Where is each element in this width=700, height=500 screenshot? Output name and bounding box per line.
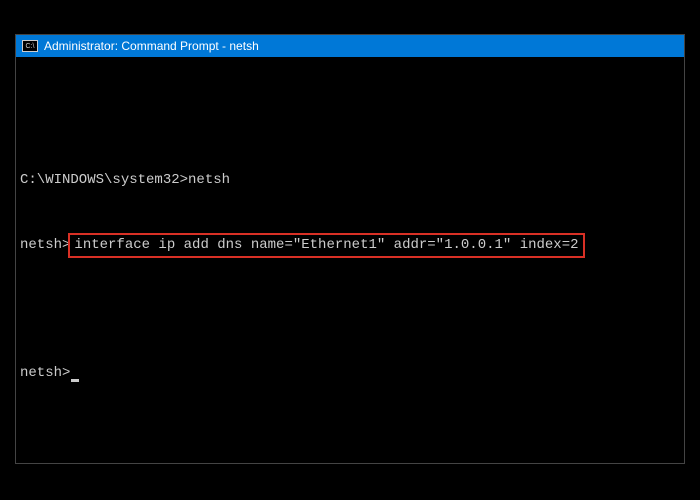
terminal-line: C:\WINDOWS\system32>netsh [20, 170, 680, 191]
terminal-line: netsh> [20, 363, 680, 384]
highlighted-command: interface ip add dns name="Ethernet1" ad… [68, 233, 584, 258]
window-title: Administrator: Command Prompt - netsh [44, 39, 259, 53]
command-text: interface ip add dns name="Ethernet1" ad… [74, 237, 578, 253]
terminal-output[interactable]: C:\WINDOWS\system32>netsh netsh>interfac… [16, 57, 684, 463]
command-text: netsh [188, 172, 230, 188]
prompt-text: netsh> [20, 237, 70, 253]
prompt-text: C:\WINDOWS\system32> [20, 172, 188, 188]
titlebar[interactable]: C:\ Administrator: Command Prompt - nets… [16, 35, 684, 57]
terminal-line: netsh>interface ip add dns name="Etherne… [20, 233, 680, 258]
cmd-icon: C:\ [22, 40, 38, 52]
command-prompt-window: C:\ Administrator: Command Prompt - nets… [15, 34, 685, 464]
prompt-text: netsh> [20, 365, 70, 381]
cursor-icon [71, 379, 79, 382]
